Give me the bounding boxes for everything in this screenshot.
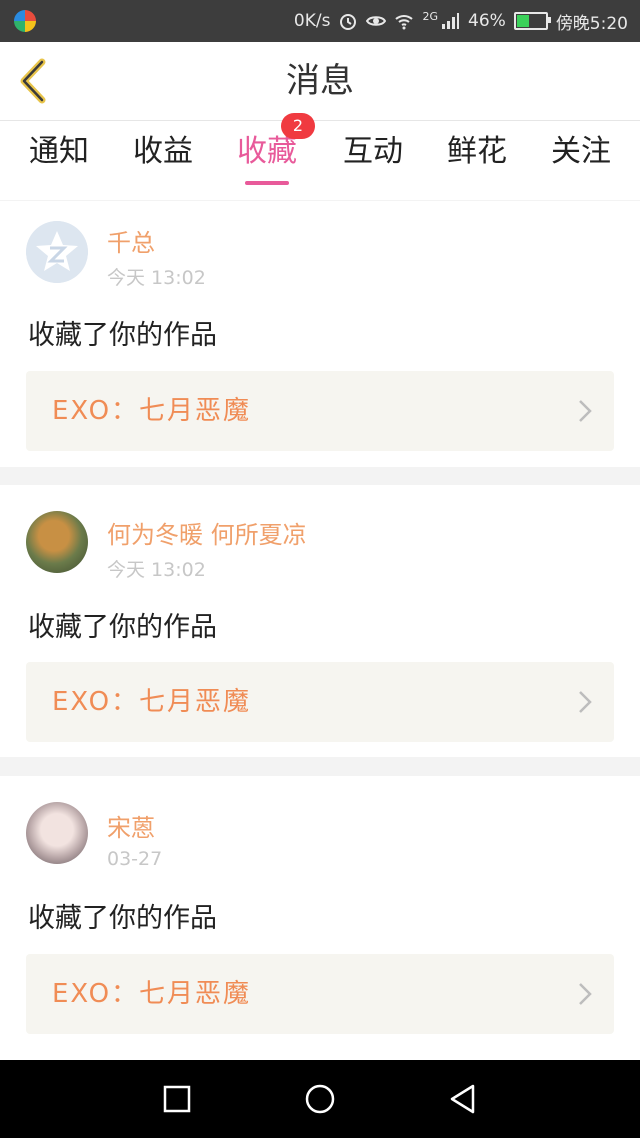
work-link[interactable]: EXO：七月恶魔 [26,954,614,1034]
page-title: 消息 [286,61,354,101]
wifi-icon [395,15,414,30]
system-navigation-bar [0,1060,640,1138]
tab-bar: 通知 收益 收藏 2 互动 鲜花 关注 [0,113,640,200]
timestamp: 今天 13:02 [107,559,206,581]
work-title: EXO：七月恶魔 [52,687,252,717]
network-speed: 0K/s [293,11,331,31]
back-icon[interactable] [444,1080,482,1118]
timestamp: 今天 13:02 [107,267,206,289]
tab-favorites[interactable]: 收藏 2 [222,113,315,200]
home-icon[interactable] [301,1080,339,1118]
work-title: EXO：七月恶魔 [52,979,252,1009]
list-item: 何为冬暖 何所夏凉 今天 13:02 收藏了你的作品 EXO：七月恶魔 [0,485,640,757]
status-bar: 0K/s 2G 46% 傍晚5:20 [0,0,640,42]
chevron-right-icon [579,691,592,713]
tab-flowers[interactable]: 鲜花 [432,121,522,200]
recent-apps-icon[interactable] [158,1080,196,1118]
username[interactable]: 千总 [107,223,155,258]
action-text: 收藏了你的作品 [28,320,217,351]
work-link[interactable]: EXO：七月恶魔 [26,662,614,742]
clock: 傍晚5:20 [555,13,628,34]
app-logo-icon [14,10,36,32]
timestamp: 03-27 [107,848,163,870]
tab-notifications[interactable]: 通知 [14,121,104,200]
chevron-right-icon [579,400,592,422]
username[interactable]: 宋蒽 [107,808,155,843]
username[interactable]: 何为冬暖 何所夏凉 [107,515,307,550]
tab-interactions[interactable]: 互动 [328,121,418,200]
tab-earnings[interactable]: 收益 [118,121,208,200]
eye-icon [366,16,387,26]
signal-icon [442,13,460,29]
avatar[interactable] [26,221,88,283]
tab-follows[interactable]: 关注 [536,121,626,200]
battery-percent: 46% [468,11,506,31]
action-text: 收藏了你的作品 [28,612,217,643]
chevron-right-icon [579,983,592,1005]
unread-badge: 2 [281,113,315,139]
battery-icon [513,12,551,30]
avatar[interactable] [26,511,88,573]
action-text: 收藏了你的作品 [28,903,217,934]
list-item: 宋蒽 03-27 收藏了你的作品 EXO：七月恶魔 [0,776,640,1060]
active-tab-indicator [245,181,289,185]
alarm-icon [340,14,357,30]
list-item: 千总 今天 13:02 收藏了你的作品 EXO：七月恶魔 [0,201,640,467]
work-title: EXO：七月恶魔 [52,396,252,426]
network-type: 2G [422,9,439,23]
work-link[interactable]: EXO：七月恶魔 [26,371,614,451]
avatar[interactable] [26,802,88,864]
top-bar: 消息 [0,42,640,121]
default-avatar-icon [26,221,88,283]
